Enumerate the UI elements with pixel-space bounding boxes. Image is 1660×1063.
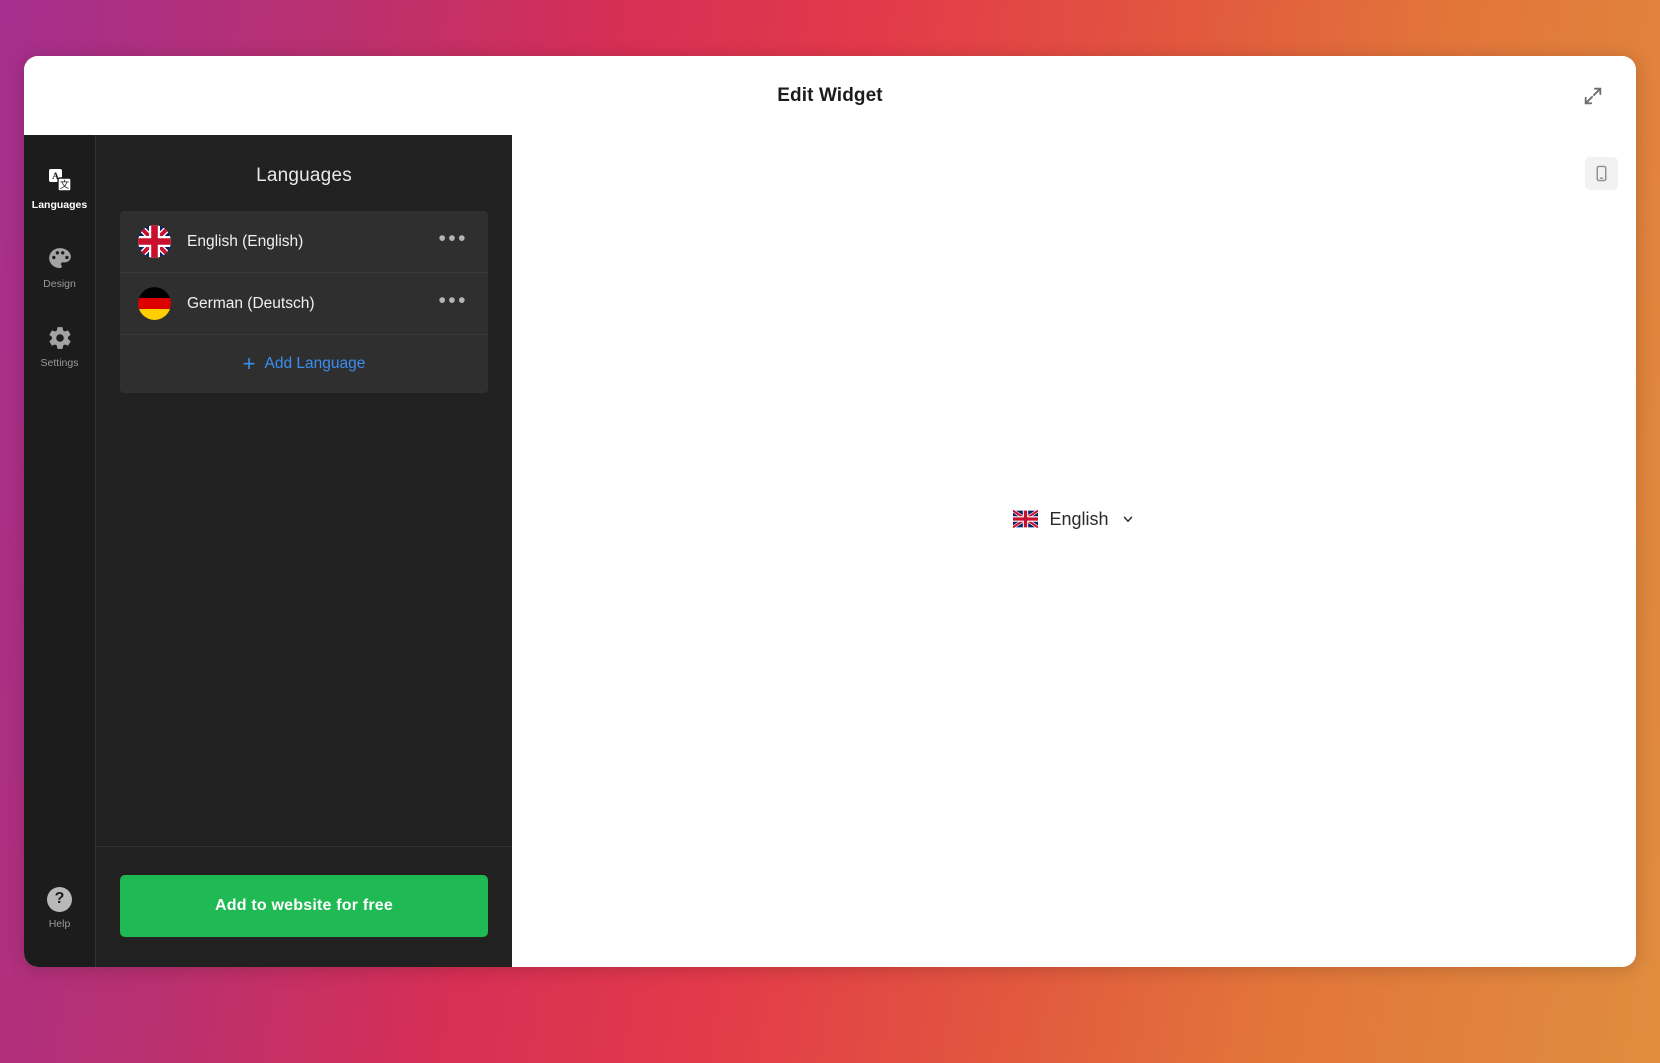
flag-gb-icon (138, 225, 171, 258)
sidebar-item-help-label: Help (48, 918, 71, 930)
language-switcher-widget[interactable]: English (1012, 508, 1135, 530)
palette-icon (46, 245, 74, 273)
flag-de-icon (138, 287, 171, 320)
sidebar-item-design-label: Design (43, 278, 76, 290)
sidebar-item-languages[interactable]: A 文 Languages (24, 157, 95, 220)
left-rail: A 文 Languages Design Settings ? Help (24, 135, 95, 967)
languages-panel: Languages English (English) ••• German (… (95, 135, 512, 967)
gear-icon (46, 324, 74, 352)
flag-gb-icon (1012, 509, 1040, 529)
ellipsis-icon[interactable]: ••• (434, 224, 472, 259)
list-item-label: German (Deutsch) (187, 294, 315, 312)
page-title: Edit Widget (777, 84, 883, 106)
add-language-label: Add Language (264, 355, 366, 372)
ellipsis-icon[interactable]: ••• (434, 286, 472, 321)
language-list: English (English) ••• German (Deutsch) •… (120, 211, 488, 393)
mobile-phone-icon[interactable] (1585, 157, 1618, 190)
widget-preview-area: English (512, 135, 1636, 967)
window-body: A 文 Languages Design Settings ? Help Lan… (24, 135, 1636, 967)
sidebar-item-design[interactable]: Design (24, 236, 95, 299)
sidebar-item-help[interactable]: ? Help (24, 876, 95, 939)
edit-widget-window: Edit Widget A 文 Languages Design Setting… (24, 56, 1636, 967)
svg-text:文: 文 (59, 179, 69, 191)
add-language-button[interactable]: + Add Language (120, 335, 488, 393)
plus-icon: + (242, 351, 256, 376)
chevron-down-icon[interactable] (1121, 512, 1135, 526)
list-item[interactable]: English (English) ••• (120, 211, 488, 273)
expand-diagonal-icon[interactable] (1576, 79, 1610, 113)
panel-footer: Add to website for free (96, 846, 512, 967)
sidebar-item-settings[interactable]: Settings (24, 315, 95, 378)
add-to-website-button[interactable]: Add to website for free (120, 875, 488, 937)
panel-title: Languages (256, 165, 352, 186)
list-item[interactable]: German (Deutsch) ••• (120, 273, 488, 335)
translate-icon: A 文 (46, 166, 74, 194)
panel-spacer (96, 393, 512, 846)
question-mark-icon: ? (46, 885, 74, 913)
window-titlebar: Edit Widget (24, 56, 1636, 135)
widget-language-label: English (1049, 508, 1109, 529)
sidebar-item-settings-label: Settings (40, 357, 79, 369)
sidebar-item-languages-label: Languages (31, 199, 88, 211)
list-item-label: English (English) (187, 232, 304, 250)
